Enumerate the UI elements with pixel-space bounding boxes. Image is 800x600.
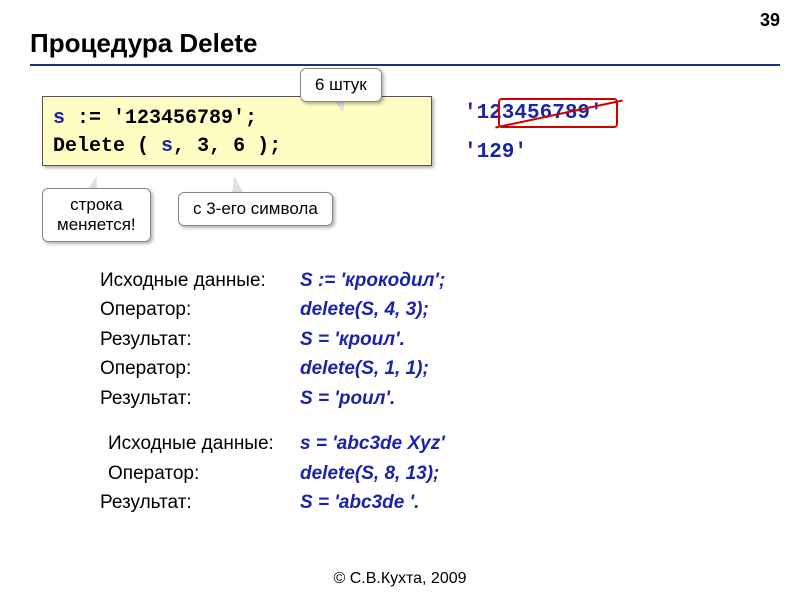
code-text: , bbox=[173, 135, 197, 158]
code-var-s: s bbox=[53, 107, 65, 130]
code-var-s: s bbox=[161, 135, 173, 158]
slide-title: Процедура Delete bbox=[30, 28, 257, 59]
example-row: Результат: S = 'abc3de '. bbox=[100, 488, 445, 517]
example-row: Результат: S = 'роил'. bbox=[100, 384, 445, 413]
code-line-1: s := '123456789'; bbox=[53, 105, 421, 133]
example-label: Результат: bbox=[100, 384, 300, 413]
callout-string-changes: строка меняется! bbox=[42, 188, 151, 242]
code-num: 6 bbox=[233, 135, 245, 158]
example-label: Результат: bbox=[100, 488, 300, 517]
code-text: ); bbox=[245, 135, 281, 158]
example-label: Оператор: bbox=[100, 459, 300, 488]
page-number: 39 bbox=[760, 10, 780, 31]
right-result: '129' bbox=[464, 141, 603, 164]
code-text: Delete ( bbox=[53, 135, 161, 158]
example-label: Исходные данные: bbox=[100, 266, 300, 295]
example-block-2: Исходные данные: s = 'abc3de Xyz' Операт… bbox=[100, 429, 445, 488]
example-row: Результат: S = 'кроил'. bbox=[100, 325, 445, 354]
callout-from-third: с 3-его символа bbox=[178, 192, 333, 226]
example-value: delete(S, 1, 1); bbox=[300, 354, 429, 383]
example-row: Оператор: delete(S, 4, 3); bbox=[100, 295, 445, 324]
example-value: delete(S, 4, 3); bbox=[300, 295, 429, 324]
example-value: S = 'кроил'. bbox=[300, 325, 405, 354]
example-value: S := 'крокодил'; bbox=[300, 266, 445, 295]
code-text: := '123456789'; bbox=[65, 107, 257, 130]
code-box: s := '123456789'; Delete ( s, 3, 6 ); bbox=[42, 96, 432, 166]
example-value: S = 'роил'. bbox=[300, 384, 395, 413]
callout-line: меняется! bbox=[57, 215, 136, 235]
example-label: Исходные данные: bbox=[100, 429, 300, 458]
copyright-footer: © С.В.Кухта, 2009 bbox=[0, 570, 800, 588]
example-row: Оператор: delete(S, 1, 1); bbox=[100, 354, 445, 383]
strikeout-slash bbox=[494, 96, 624, 130]
title-underline bbox=[30, 64, 780, 66]
example-label: Оператор: bbox=[100, 295, 300, 324]
callout-line: строка bbox=[57, 195, 136, 215]
title-text: Процедура Delete bbox=[30, 28, 257, 58]
code-text: , bbox=[209, 135, 233, 158]
callout-six-count: 6 штук bbox=[300, 68, 382, 102]
example-row: Оператор: delete(S, 8, 13); bbox=[100, 459, 445, 488]
example-row: Исходные данные: s = 'abc3de Xyz' bbox=[100, 429, 445, 458]
examples-block: Исходные данные: S := 'крокодил'; Операт… bbox=[100, 266, 445, 518]
code-line-2: Delete ( s, 3, 6 ); bbox=[53, 133, 421, 161]
example-label: Результат: bbox=[100, 325, 300, 354]
example-value: S = 'abc3de '. bbox=[300, 488, 419, 517]
example-label: Оператор: bbox=[100, 354, 300, 383]
example-value: delete(S, 8, 13); bbox=[300, 459, 439, 488]
example-value: s = 'abc3de Xyz' bbox=[300, 429, 445, 458]
code-num: 3 bbox=[197, 135, 209, 158]
example-row: Исходные данные: S := 'крокодил'; bbox=[100, 266, 445, 295]
